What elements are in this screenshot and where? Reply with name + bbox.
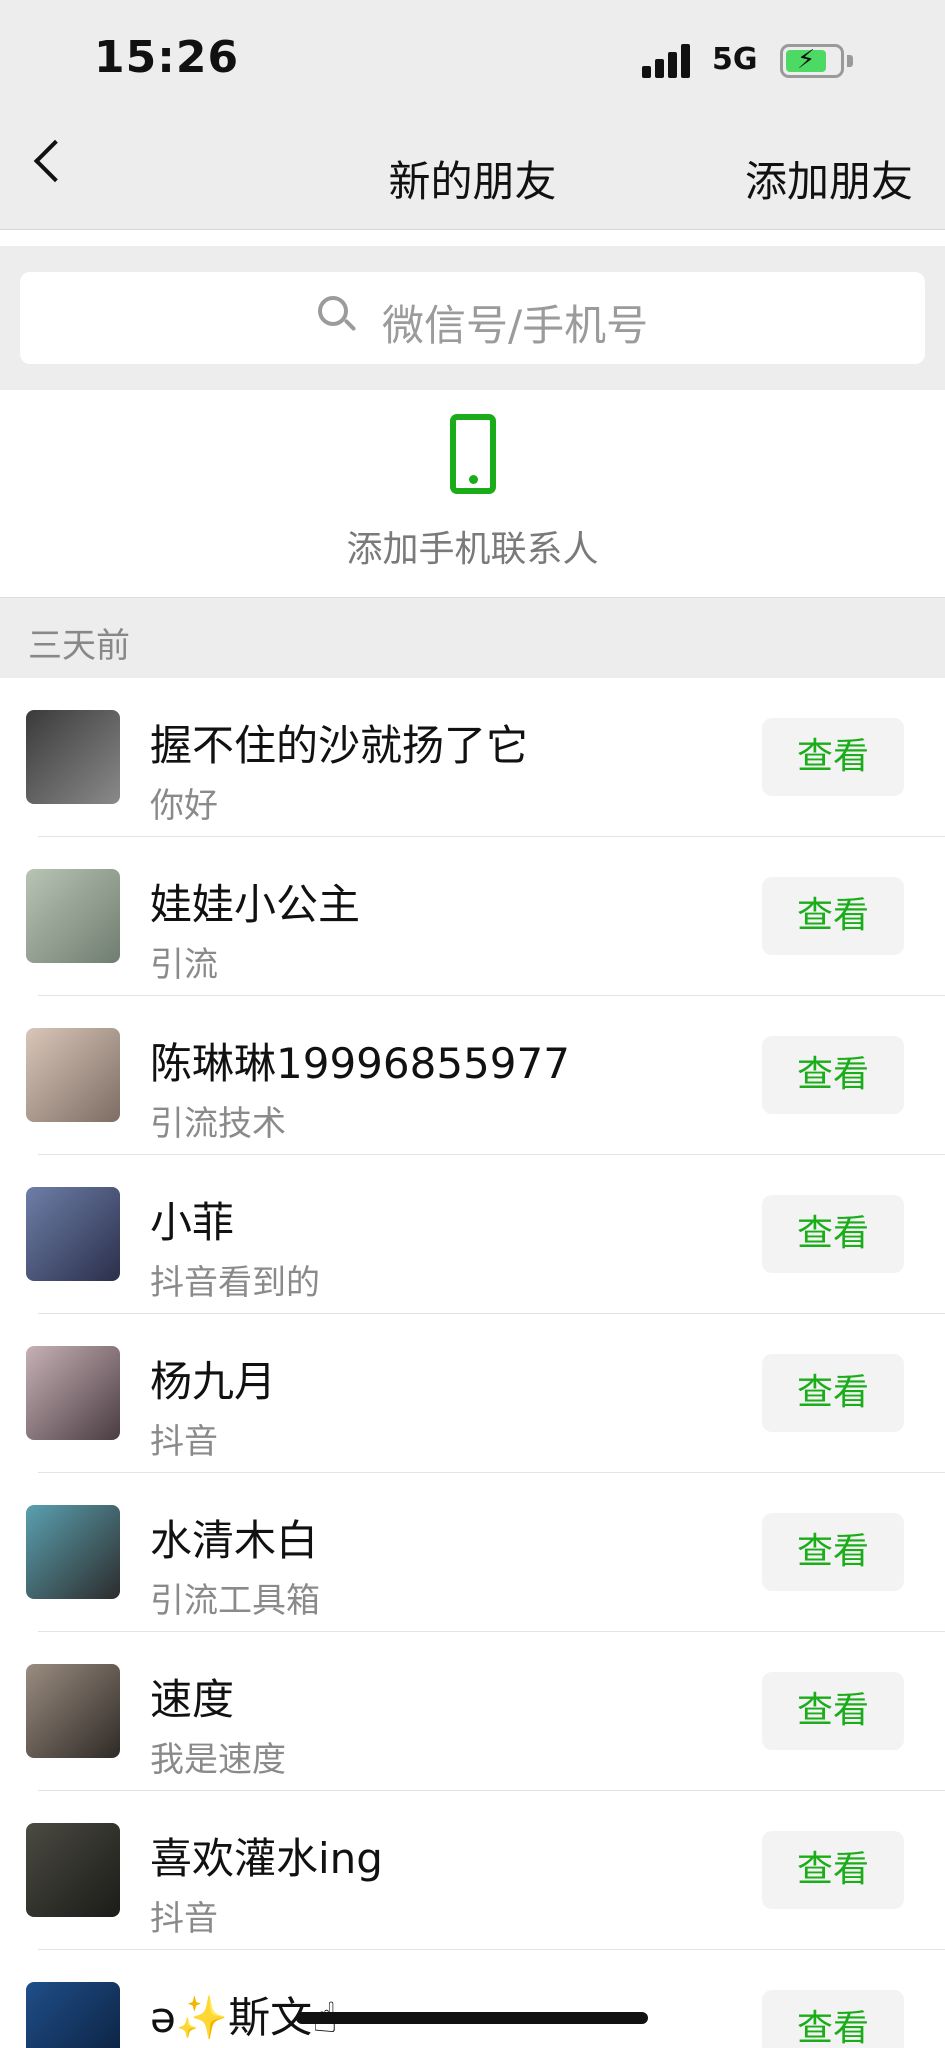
view-button[interactable]: 查看 (762, 1672, 904, 1750)
avatar[interactable] (26, 1346, 120, 1440)
search-input[interactable]: 微信号/手机号 (20, 272, 925, 364)
friend-request-row[interactable]: ə✨斯文☝ 查看 (0, 1950, 945, 2048)
friend-message: 引流技术 (150, 1104, 286, 1144)
avatar[interactable] (26, 710, 120, 804)
battery-icon: ⚡ (780, 44, 853, 78)
friend-message: 你好 (150, 786, 218, 826)
add-phone-contacts-label: 添加手机联系人 (346, 529, 599, 570)
view-button[interactable]: 查看 (762, 1195, 904, 1273)
friend-request-list: 握不住的沙就扬了它 你好 查看 娃娃小公主 引流 查看 陈琳琳199968559… (0, 678, 945, 2048)
friend-request-row[interactable]: 小菲 抖音看到的 查看 (0, 1155, 945, 1314)
friend-name: 杨九月 (150, 1357, 277, 1406)
friend-name: 速度 (150, 1675, 235, 1724)
view-button[interactable]: 查看 (762, 1831, 904, 1909)
avatar[interactable] (26, 869, 120, 963)
avatar[interactable] (26, 1187, 120, 1281)
search-placeholder: 微信号/手机号 (382, 301, 649, 350)
friend-request-row[interactable]: 速度 我是速度 查看 (0, 1632, 945, 1791)
view-button[interactable]: 查看 (762, 1036, 904, 1114)
avatar[interactable] (26, 1823, 120, 1917)
signal-icon (642, 44, 694, 78)
friend-name: 陈琳琳19996855977 (150, 1039, 570, 1088)
friend-message: 抖音 (150, 1422, 218, 1462)
network-type: 5G (712, 42, 758, 77)
friend-request-row[interactable]: 杨九月 抖音 查看 (0, 1314, 945, 1473)
add-phone-contacts[interactable]: 添加手机联系人 (0, 390, 945, 598)
friend-message: 抖音 (150, 1899, 218, 1939)
view-button[interactable]: 查看 (762, 1513, 904, 1591)
header: 15:26 5G ⚡ 新的朋友 添加朋友 (0, 0, 945, 230)
friend-name: 小菲 (150, 1198, 235, 1247)
friend-message: 引流 (150, 945, 218, 985)
phone-icon (450, 414, 496, 494)
view-button[interactable]: 查看 (762, 718, 904, 796)
avatar[interactable] (26, 1982, 120, 2048)
friend-request-row[interactable]: 握不住的沙就扬了它 你好 查看 (0, 678, 945, 837)
friend-request-row[interactable]: 陈琳琳19996855977 引流技术 查看 (0, 996, 945, 1155)
view-button[interactable]: 查看 (762, 877, 904, 955)
avatar[interactable] (26, 1028, 120, 1122)
view-button[interactable]: 查看 (762, 1990, 904, 2048)
search-icon (318, 296, 357, 334)
section-header-label: 三天前 (28, 626, 130, 666)
view-button[interactable]: 查看 (762, 1354, 904, 1432)
search-section: 微信号/手机号 (0, 246, 945, 390)
friend-request-row[interactable]: 喜欢灌水ing 抖音 查看 (0, 1791, 945, 1950)
home-indicator[interactable] (296, 2012, 648, 2024)
friend-request-row[interactable]: 娃娃小公主 引流 查看 (0, 837, 945, 996)
friend-name: 水清木白 (150, 1516, 319, 1565)
friend-request-row[interactable]: 水清木白 引流工具箱 查看 (0, 1473, 945, 1632)
status-time: 15:26 (94, 32, 240, 83)
avatar[interactable] (26, 1505, 120, 1599)
friend-message: 抖音看到的 (150, 1263, 320, 1303)
friend-name: 娃娃小公主 (150, 880, 361, 929)
friend-message: 我是速度 (150, 1740, 286, 1780)
friend-message: 引流工具箱 (150, 1581, 320, 1621)
section-header: 三天前 (0, 598, 945, 678)
friend-name: 握不住的沙就扬了它 (150, 721, 529, 770)
avatar[interactable] (26, 1664, 120, 1758)
friend-name: 喜欢灌水ing (150, 1834, 383, 1883)
add-friend-button[interactable]: 添加朋友 (745, 148, 913, 209)
